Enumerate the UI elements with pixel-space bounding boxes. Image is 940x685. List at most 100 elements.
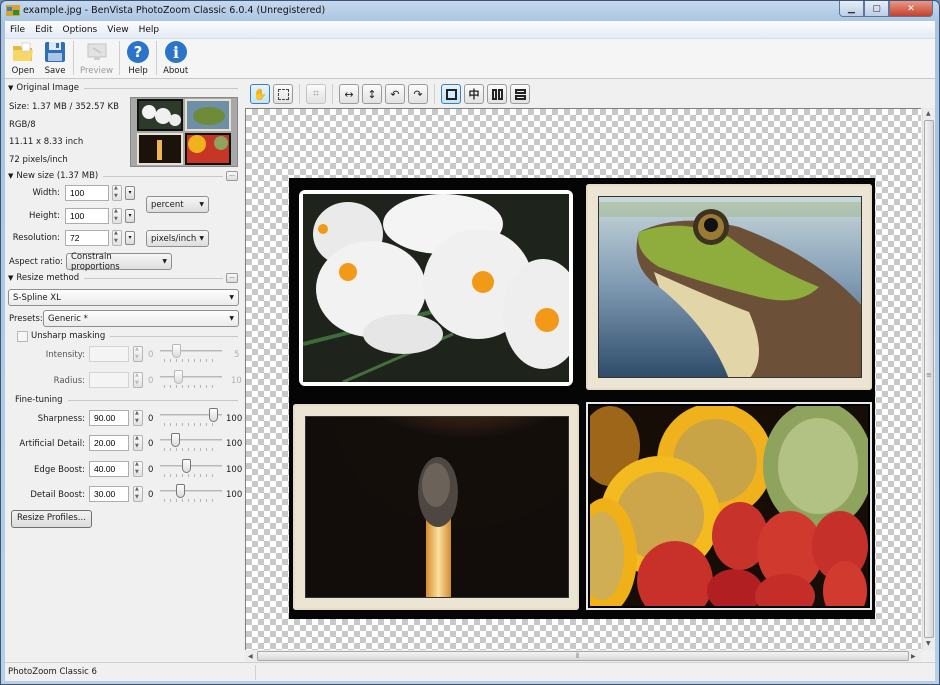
preview-icon: [87, 43, 107, 60]
rotate-left-button[interactable]: ↶: [385, 84, 405, 104]
vertical-scroll-thumb[interactable]: ≡: [924, 120, 934, 638]
menu-file[interactable]: File: [5, 25, 30, 35]
resolution-unit-menu[interactable]: ▾: [125, 231, 135, 245]
presets-value: Generic *: [48, 313, 88, 324]
intensity-spinner[interactable]: [133, 346, 143, 362]
resize-method-select[interactable]: S-Spline XL ▼: [8, 289, 239, 306]
unsharp-masking-checkbox[interactable]: [17, 331, 28, 342]
detail-boost-slider[interactable]: [160, 484, 222, 504]
original-image-header[interactable]: ▼ Original Image: [8, 83, 238, 93]
edge-boost-min: 0: [148, 465, 154, 475]
edge-boost-spinner[interactable]: [133, 461, 143, 477]
fit-width-button[interactable]: ↔: [339, 84, 359, 104]
section-title: Fine-tuning: [15, 395, 63, 405]
close-button[interactable]: ✕: [889, 1, 933, 17]
sharpness-slider[interactable]: [160, 408, 222, 428]
slider-thumb[interactable]: [171, 344, 181, 358]
resolution-input[interactable]: [65, 230, 109, 246]
edge-boost-slider[interactable]: [160, 459, 222, 479]
width-spinner[interactable]: [112, 185, 122, 201]
resolution-spinner[interactable]: [112, 230, 122, 246]
photo-frame: [586, 402, 872, 610]
width-unit-menu[interactable]: ▾: [125, 186, 135, 200]
artificial-detail-spinner[interactable]: [133, 435, 143, 451]
client-area: File Edit Options View Help Open Save Pr…: [5, 21, 935, 681]
chevron-down-icon: ▼: [162, 258, 167, 265]
maximize-icon: ▢: [872, 3, 881, 14]
intensity-slider[interactable]: [160, 344, 222, 364]
split-view-icon: 中: [468, 88, 480, 101]
intensity-max: 5: [234, 350, 240, 360]
slider-thumb[interactable]: [173, 370, 183, 384]
fruit-photo: [590, 406, 868, 606]
scroll-up-icon[interactable]: ▲: [926, 110, 931, 117]
artificial-detail-slider[interactable]: [160, 433, 222, 453]
info-icon: i: [164, 41, 187, 63]
size-unit-select[interactable]: percent ▼: [146, 196, 209, 213]
height-input[interactable]: [65, 208, 109, 224]
scroll-right-icon[interactable]: ▶: [911, 653, 916, 660]
rotate-right-button[interactable]: ↷: [408, 84, 428, 104]
fit-height-button[interactable]: ↕: [362, 84, 382, 104]
radius-input[interactable]: [89, 372, 129, 388]
intensity-input[interactable]: [89, 346, 129, 362]
hand-tool-button[interactable]: ✋: [250, 84, 270, 104]
minimize-button[interactable]: ▁: [839, 1, 864, 17]
scroll-down-icon[interactable]: ▼: [926, 640, 931, 647]
radius-spinner[interactable]: [133, 372, 143, 388]
crop-tool-button[interactable]: ⌗: [306, 84, 326, 104]
presets-select[interactable]: Generic * ▼: [43, 310, 239, 327]
split-view-button[interactable]: 中: [464, 84, 484, 104]
preview-button[interactable]: Preview: [76, 38, 117, 78]
settings-panel: ▼ Original Image Size: 1.37 MB / 352.57 …: [5, 80, 242, 662]
slider-thumb[interactable]: [181, 459, 191, 473]
detail-boost-input[interactable]: [89, 486, 129, 502]
resize-method-more-button[interactable]: ...: [226, 273, 238, 283]
image-canvas[interactable]: [245, 108, 921, 650]
stacked-view-button[interactable]: [510, 84, 530, 104]
height-unit-menu[interactable]: ▾: [125, 209, 135, 223]
slider-thumb[interactable]: [170, 433, 180, 447]
divider: [103, 175, 223, 177]
maximize-button[interactable]: ▢: [864, 1, 889, 17]
about-button[interactable]: i About: [159, 38, 192, 78]
aspect-ratio-value: Constrain proportions: [71, 251, 120, 272]
resolution-unit-select[interactable]: pixels/inch ▼: [146, 230, 209, 247]
sharpness-spinner[interactable]: [133, 410, 143, 426]
horizontal-scroll-thumb[interactable]: ⦀: [257, 651, 909, 661]
resize-profiles-button[interactable]: Resize Profiles...: [11, 510, 92, 528]
new-size-more-button[interactable]: ...: [226, 171, 238, 181]
radius-max: 10: [231, 376, 242, 386]
scroll-left-icon[interactable]: ◀: [248, 653, 253, 660]
radius-slider[interactable]: [160, 370, 222, 390]
save-button[interactable]: Save: [39, 38, 71, 78]
side-by-side-view-button[interactable]: [487, 84, 507, 104]
detail-boost-spinner[interactable]: [133, 486, 143, 502]
single-view-button[interactable]: [441, 84, 461, 104]
resize-method-header[interactable]: ▼ Resize method ...: [8, 273, 238, 283]
vertical-scrollbar[interactable]: ▲ ≡ ▼: [922, 108, 935, 650]
slider-ticks: [164, 385, 218, 388]
menu-help[interactable]: Help: [134, 25, 165, 35]
aspect-ratio-select[interactable]: Constrain proportions ▼: [66, 251, 172, 272]
status-text: PhotoZoom Classic 6: [8, 667, 97, 677]
help-button[interactable]: ? Help: [122, 38, 154, 78]
menu-edit[interactable]: Edit: [30, 25, 57, 35]
selection-tool-button[interactable]: [273, 84, 293, 104]
sharpness-input[interactable]: [89, 410, 129, 426]
chevron-down-icon: ▼: [199, 235, 204, 242]
selection-icon: [277, 88, 289, 100]
height-spinner[interactable]: [112, 208, 122, 224]
window-title: example.jpg - BenVista PhotoZoom Classic…: [23, 5, 326, 16]
new-size-header[interactable]: ▼ New size (1.37 MB) ...: [8, 171, 238, 181]
slider-thumb[interactable]: [208, 408, 218, 422]
slider-thumb[interactable]: [176, 484, 186, 498]
menu-view[interactable]: View: [102, 25, 133, 35]
menu-options[interactable]: Options: [58, 25, 103, 35]
toolbar-separator: [119, 41, 121, 75]
edge-boost-input[interactable]: [89, 461, 129, 477]
width-input[interactable]: [65, 185, 109, 201]
toolbar-separator: [156, 41, 158, 75]
open-button[interactable]: Open: [7, 38, 39, 78]
artificial-detail-input[interactable]: [89, 435, 129, 451]
